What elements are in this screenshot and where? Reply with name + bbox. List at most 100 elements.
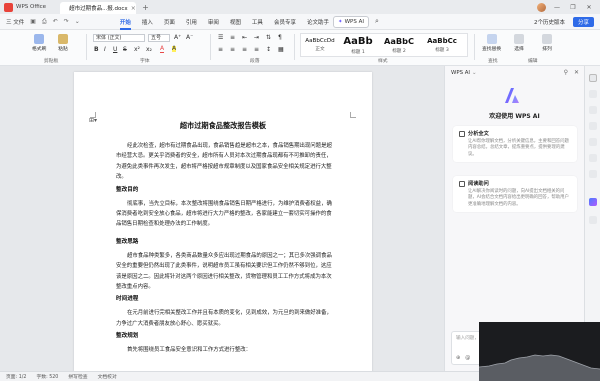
tab-tools[interactable]: 工具 (252, 18, 263, 26)
paragraph[interactable]: 在元月前进行完相关整改工作并且有本质的变化，见到成效，为元旦的到来做好准备，力争… (116, 308, 336, 329)
style-heading-1[interactable]: AaBb 标题 1 (339, 34, 377, 56)
rail-more-icon[interactable] (589, 216, 597, 224)
proofread-button[interactable]: 文档校对 (98, 373, 117, 380)
align-right-icon[interactable]: ≡ (242, 46, 247, 53)
close-window-button[interactable]: ✕ (584, 4, 594, 11)
numbered-list-icon[interactable]: ≡ (230, 34, 235, 41)
save-icon[interactable]: ▣ (30, 18, 36, 25)
styles-gallery: AaBbCcDd 正文 AaBb 标题 1 AaBbC 标题 2 AaBbCc … (300, 33, 468, 57)
paragraph[interactable]: 首先将围绕员工食品安全意识和工作方式进行整改： (116, 345, 336, 355)
ai-card-analyze[interactable]: 分析全文 让AI帮你理解文档，分析关键信息，主要和回答问题内容总结。总结文章，提… (453, 126, 577, 163)
page-count[interactable]: 页面: 1/2 (6, 373, 26, 380)
more-icon[interactable]: ⌄ (75, 18, 80, 25)
maximize-button[interactable]: ❐ (568, 4, 578, 11)
justify-icon[interactable]: ≡ (254, 46, 259, 53)
rail-assistant-icon[interactable] (589, 74, 597, 82)
tab-view[interactable]: 视图 (230, 18, 241, 26)
section-heading[interactable]: 整改规划 (116, 332, 336, 341)
underline-icon[interactable]: U (113, 46, 117, 53)
close-icon[interactable]: ✕ (574, 69, 579, 76)
section-heading[interactable]: 整改目的 (116, 186, 336, 195)
tab-insert[interactable]: 插入 (142, 18, 153, 26)
document-page[interactable]: 超市过期食品整改报告模板 经此次检查，超市有过期食品出现，食品销售趋是超市之本，… (74, 72, 372, 371)
italic-icon[interactable]: I (104, 46, 106, 53)
sort-text-icon[interactable]: ⇅ (266, 34, 271, 41)
line-spacing-icon[interactable]: ↕ (266, 46, 271, 53)
ai-panel-title[interactable]: WPS AI (451, 70, 470, 76)
ai-card-reading[interactable]: 阅读助问 让AI解决你阅读时的问题，向AI提出文档相关的问题，AI会结合文档内容… (453, 176, 577, 213)
rail-wps-ai-icon[interactable] (589, 198, 597, 206)
word-count[interactable]: 字数: 520 (36, 373, 58, 380)
rail-bookmark-icon[interactable] (589, 106, 597, 114)
font-color-icon[interactable]: A (160, 46, 165, 53)
highlight-icon[interactable]: A (172, 46, 177, 52)
pin-icon[interactable]: ⚲ (564, 69, 568, 76)
tab-page[interactable]: 页面 (164, 18, 175, 26)
chevron-down-icon[interactable]: ⌄ (472, 70, 477, 76)
tab-references[interactable]: 引用 (186, 18, 197, 26)
borders-icon[interactable]: ▦ (278, 46, 284, 53)
paragraph[interactable]: 经此次检查，超市有过期食品出现，食品销售趋是超市之本，食品销售期出现问题是超市经… (116, 141, 336, 183)
section-heading[interactable]: 时间进程 (116, 295, 336, 304)
shrink-font-icon[interactable]: A⁻ (186, 34, 193, 41)
show-marks-icon[interactable]: ¶ (278, 34, 282, 41)
style-heading-2[interactable]: AaBbC 标题 2 (379, 34, 419, 56)
arrange-button[interactable]: 排列 (542, 34, 552, 52)
increase-indent-icon[interactable]: ⇥ (254, 34, 259, 41)
user-avatar[interactable] (537, 2, 546, 12)
bullet-list-icon[interactable]: ☰ (218, 34, 223, 41)
rail-comment-icon[interactable] (589, 122, 597, 130)
paste-button[interactable]: 粘贴 (58, 34, 68, 52)
outline-toggle-icon[interactable]: ⊞▾ (89, 117, 97, 124)
redo-icon[interactable]: ↷ (64, 18, 69, 25)
paragraph[interactable]: 彻底事，当先立目标，本次整改将围绕食品销售日期严格进行，为维护消费者权益，确保消… (116, 199, 336, 230)
document-title[interactable]: 超市过期食品整改报告模板 (74, 121, 372, 131)
rail-share-icon[interactable] (589, 170, 597, 178)
document-body[interactable]: 经此次检查，超市有过期食品出现，食品销售趋是超市之本，食品销售期出现问题是超市经… (116, 141, 336, 356)
history-versions-button[interactable]: 2个历史版本 (534, 18, 565, 26)
font-name-select[interactable]: 宋体 (正文) (93, 34, 145, 42)
tab-thesis[interactable]: 论文助手 (307, 18, 329, 26)
subscript-icon[interactable]: x₂ (146, 46, 152, 53)
rail-edit-icon[interactable] (589, 90, 597, 98)
align-center-icon[interactable]: ≡ (230, 46, 235, 53)
document-area[interactable]: 超市过期食品整改报告模板 经此次检查，超市有过期食品出现，食品销售趋是超市之本，… (0, 66, 444, 371)
close-tab-icon[interactable]: × (131, 5, 136, 12)
style-normal[interactable]: AaBbCcDd 正文 (303, 34, 337, 56)
search-icon[interactable]: ⌕ (375, 17, 379, 26)
select-label: 选择 (514, 47, 524, 52)
wps-ai-button[interactable]: ✦ WPS AI (332, 15, 369, 28)
minimize-button[interactable]: — (552, 4, 562, 11)
strikethrough-icon[interactable]: S (123, 46, 127, 53)
spell-check-toggle[interactable]: 拼写检查 (68, 373, 87, 380)
wps-ai-logo-icon (505, 88, 519, 103)
tab-review[interactable]: 审阅 (208, 18, 219, 26)
rail-template-icon[interactable] (589, 154, 597, 162)
decrease-indent-icon[interactable]: ⇤ (242, 34, 247, 41)
new-tab-button[interactable]: + (142, 3, 149, 12)
mention-icon[interactable]: @ (465, 355, 470, 361)
font-size-select[interactable]: 五号 (148, 34, 170, 42)
bold-icon[interactable]: B (94, 46, 99, 53)
share-button[interactable]: 分享 (572, 17, 594, 27)
format-brush-button[interactable]: 格式刷 (32, 34, 46, 52)
section-heading[interactable]: 整改思路 (116, 238, 336, 247)
paragraph[interactable]: 超市食品种类繁多，各类商品数量众多应出现过期食品的原因之一；其已多次强调食品安全… (116, 251, 336, 293)
print-icon[interactable]: ⎙ (42, 18, 47, 26)
select-button[interactable]: 选择 (514, 34, 524, 52)
attach-icon[interactable]: ⊕ (456, 355, 460, 361)
find-replace-button[interactable]: 查找替换 (482, 34, 501, 52)
app-name[interactable]: WPS Office (16, 4, 46, 10)
tab-home[interactable]: 开始 (119, 18, 131, 30)
grow-font-icon[interactable]: A⁺ (174, 34, 181, 41)
rail-translate-icon[interactable] (589, 138, 597, 146)
tab-member[interactable]: 会员专享 (274, 18, 296, 26)
file-menu[interactable]: 三 文件 (6, 18, 24, 26)
document-tab[interactable]: 超市过期食品...报.docx × (60, 2, 137, 14)
preview-thumbnail (479, 322, 600, 381)
align-left-icon[interactable]: ≡ (218, 46, 223, 53)
ai-card-description: 让AI帮你理解文档，分析关键信息，主要和回答问题内容总结。总结文章，提炼重要点，… (468, 139, 569, 157)
style-heading-3[interactable]: AaBbCc 标题 3 (421, 34, 463, 56)
superscript-icon[interactable]: x² (134, 46, 140, 53)
undo-icon[interactable]: ↶ (53, 18, 58, 25)
